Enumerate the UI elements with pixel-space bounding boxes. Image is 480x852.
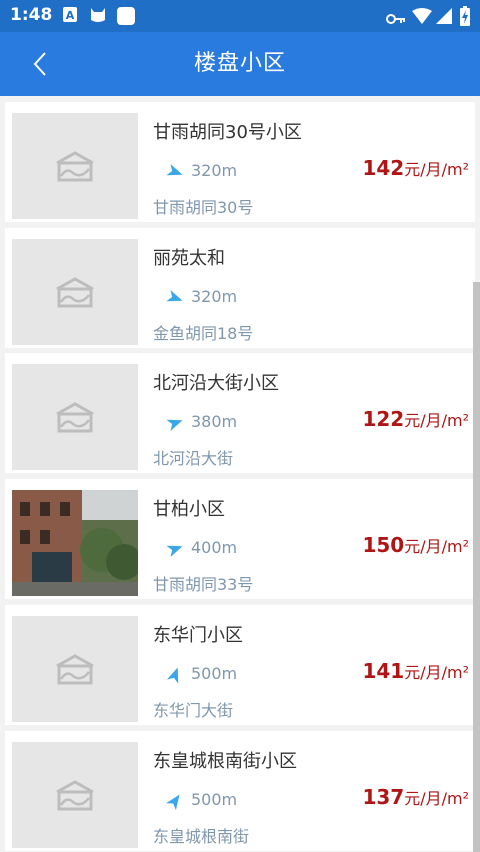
community-name: 丽苑太和: [153, 248, 225, 269]
community-item[interactable]: 东皇城根南街小区 500m 137元/月/m² 东皇城根南街: [5, 731, 475, 851]
community-photo: [12, 490, 138, 596]
building-placeholder-icon: [56, 780, 94, 811]
community-thumbnail-placeholder: [12, 113, 138, 219]
community-price: 122元/月/m²: [362, 407, 469, 431]
community-address: 东华门大街: [153, 701, 234, 720]
building-placeholder-icon: [56, 277, 94, 308]
price-unit: 元/月/m²: [404, 411, 469, 430]
community-thumbnail-photo: [12, 490, 138, 596]
community-distance: 400m: [191, 538, 238, 557]
price-value: 150: [362, 533, 405, 557]
community-item[interactable]: 北河沿大街小区 380m 122元/月/m² 北河沿大街: [5, 353, 475, 473]
signal-icon: [436, 8, 452, 28]
community-item[interactable]: 东华门小区 500m 141元/月/m² 东华门大街: [5, 605, 475, 725]
building-placeholder-icon: [56, 151, 94, 182]
community-address: 甘雨胡同33号: [153, 575, 254, 594]
community-name: 甘柏小区: [153, 499, 225, 520]
scrollbar[interactable]: [473, 282, 480, 852]
community-address: 北河沿大街: [153, 449, 234, 468]
community-thumbnail-placeholder: [12, 742, 138, 848]
price-value: 137: [362, 785, 405, 809]
community-item[interactable]: 丽苑太和 320m 金鱼胡同18号: [5, 228, 475, 348]
community-price: 142元/月/m²: [362, 156, 469, 180]
community-thumbnail-placeholder: [12, 239, 138, 345]
community-distance: 500m: [191, 790, 238, 809]
building-placeholder-icon: [56, 402, 94, 433]
cat-app-icon: [88, 6, 108, 28]
community-price: 141元/月/m²: [362, 659, 469, 683]
direction-arrow-icon: [165, 665, 185, 685]
price-unit: 元/月/m²: [404, 160, 469, 179]
community-price: 137元/月/m²: [362, 785, 469, 809]
building-placeholder-icon: [56, 654, 94, 685]
community-distance: 380m: [191, 412, 238, 431]
community-item[interactable]: 甘柏小区 400m 150元/月/m² 甘雨胡同33号: [5, 479, 475, 599]
page-title: 楼盘小区: [193, 51, 286, 76]
direction-arrow-icon: [165, 288, 185, 308]
price-value: 122: [362, 407, 405, 431]
community-list[interactable]: 甘雨胡同30号小区 320m 142元/月/m² 甘雨胡同30号 丽苑太和 320m 金鱼胡…: [0, 96, 480, 852]
community-item[interactable]: 甘雨胡同30号小区 320m 142元/月/m² 甘雨胡同30号: [5, 102, 475, 222]
community-distance: 320m: [191, 161, 238, 180]
wifi-icon: [412, 8, 432, 28]
community-name: 东华门小区: [153, 625, 243, 646]
status-bar: 1:48 A: [0, 0, 480, 32]
community-name: 北河沿大街小区: [153, 373, 279, 394]
community-name: 甘雨胡同30号小区: [153, 122, 302, 143]
community-distance: 500m: [191, 664, 238, 683]
battery-charging-icon: [460, 6, 470, 30]
community-name: 东皇城根南街小区: [153, 751, 297, 772]
square-app-icon: [116, 6, 136, 30]
price-unit: 元/月/m²: [404, 789, 469, 808]
price-value: 141: [362, 659, 405, 683]
direction-arrow-icon: [165, 791, 185, 811]
community-thumbnail-placeholder: [12, 616, 138, 722]
direction-arrow-icon: [165, 162, 185, 182]
direction-arrow-icon: [165, 539, 185, 559]
price-unit: 元/月/m²: [404, 663, 469, 682]
svg-text:A: A: [66, 9, 75, 22]
community-price: 150元/月/m²: [362, 533, 469, 557]
community-address: 东皇城根南街: [153, 827, 250, 846]
community-address: 金鱼胡同18号: [153, 324, 254, 343]
status-time: 1:48: [10, 5, 53, 25]
app-bar: 楼盘小区: [0, 32, 480, 96]
key-icon: [386, 10, 406, 29]
direction-arrow-icon: [165, 413, 185, 433]
community-thumbnail-placeholder: [12, 364, 138, 470]
price-value: 142: [362, 156, 405, 180]
price-unit: 元/月/m²: [404, 537, 469, 556]
community-address: 甘雨胡同30号: [153, 198, 254, 217]
community-distance: 320m: [191, 287, 238, 306]
text-app-icon: A: [62, 6, 78, 28]
